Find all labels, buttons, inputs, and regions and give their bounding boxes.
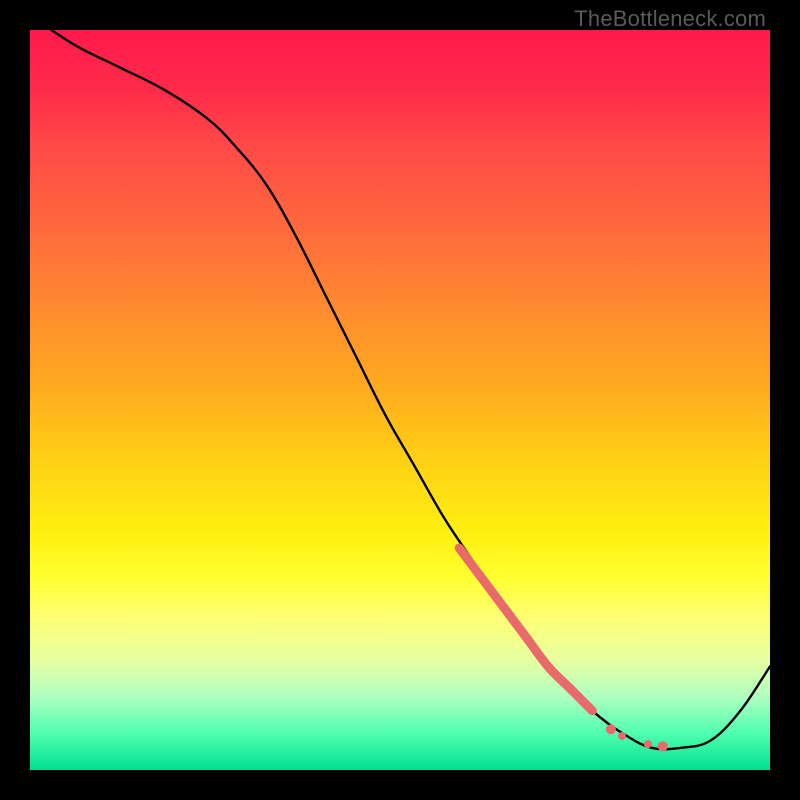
bottleneck-curve (30, 30, 770, 749)
dot-3 (644, 740, 652, 748)
points-layer (606, 724, 668, 751)
curve-layer (30, 30, 770, 749)
dot-1 (606, 724, 616, 734)
plot-area (30, 30, 770, 770)
primary-highlight (459, 548, 592, 711)
outer-frame: TheBottleneck.com (0, 0, 800, 800)
dot-2 (618, 732, 626, 740)
highlight-layer (459, 548, 592, 711)
watermark-text: TheBottleneck.com (574, 6, 766, 32)
chart-svg (30, 30, 770, 770)
dot-4 (658, 741, 668, 751)
